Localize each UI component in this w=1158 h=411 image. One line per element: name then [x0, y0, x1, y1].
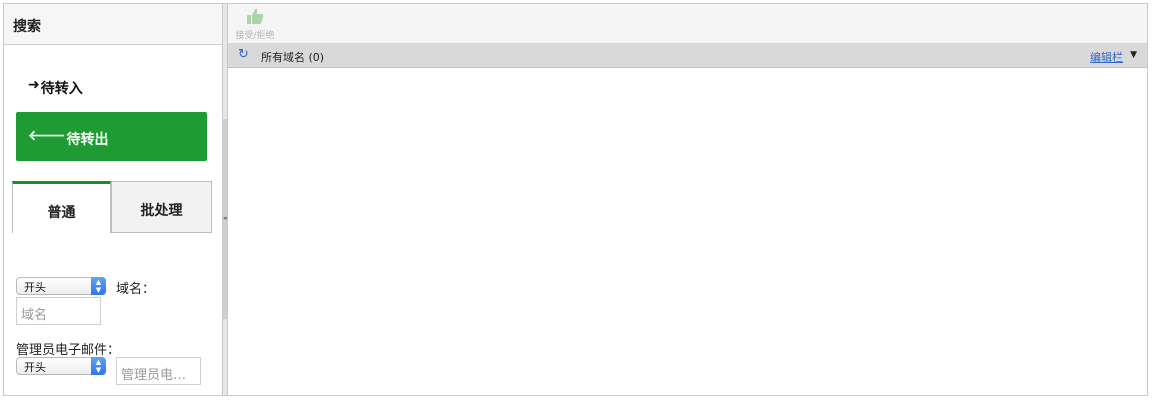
domain-label: 域名： — [116, 282, 156, 297]
nav-pending-transfer-out[interactable]: 🡐待转出 — [16, 112, 207, 161]
admin-email-match-select[interactable]: 开头 ▲ ▼ — [16, 357, 106, 375]
admin-email-input[interactable]: 管理员电… — [116, 357, 201, 385]
arrow-right-icon: ➜ — [28, 77, 40, 93]
admin-email-label: 管理员电子邮件： — [16, 343, 121, 358]
search-tabs: 普通 批处理 — [12, 181, 212, 233]
domain-input[interactable]: 域名 — [16, 297, 101, 325]
toolbar: 接受/拒绝 — [228, 4, 1147, 44]
nav-pending-transfer-in[interactable]: ➜待转入 — [16, 62, 207, 111]
nav-pending-transfer-in-label: 待转入 — [40, 81, 83, 97]
thumbs-up-icon — [247, 8, 264, 24]
select-spinner-icon: ▲ ▼ — [91, 277, 106, 295]
list-header-bar: ↻ 所有域名 (0) 编辑栏 ▼ — [228, 44, 1147, 68]
app-window: 搜索 ➜待转入 🡐待转出 普通 批处理 开头 ▲ ▼ 域名： 域名 管理员电子邮件… — [3, 3, 1148, 396]
accept-reject-button[interactable]: 接受/拒绝 — [233, 8, 277, 41]
refresh-icon[interactable]: ↻ — [238, 47, 249, 62]
nav-pending-transfer-out-label: 待转出 — [66, 132, 109, 148]
collapse-icon[interactable]: ◂ — [223, 214, 227, 222]
search-panel-title: 搜索 — [4, 4, 222, 45]
domain-match-value: 开头 — [24, 281, 46, 294]
accept-reject-label: 接受/拒绝 — [235, 31, 275, 41]
tab-batch[interactable]: 批处理 — [111, 181, 212, 233]
tab-normal[interactable]: 普通 — [12, 181, 111, 233]
domain-match-select[interactable]: 开头 ▲ ▼ — [16, 277, 106, 295]
edit-columns-link[interactable]: 编辑栏 — [1090, 49, 1123, 65]
admin-email-match-value: 开头 — [24, 361, 46, 374]
list-title: 所有域名 (0) — [261, 51, 325, 64]
domain-list-pane: 接受/拒绝 ↻ 所有域名 (0) 编辑栏 ▼ — [228, 4, 1147, 395]
arrow-left-icon: 🡐 — [28, 128, 66, 144]
search-panel: 搜索 ➜待转入 🡐待转出 普通 批处理 开头 ▲ ▼ 域名： 域名 管理员电子邮件… — [4, 4, 222, 395]
caret-down-icon[interactable]: ▼ — [1130, 50, 1137, 60]
select-spinner-icon: ▲ ▼ — [91, 357, 106, 375]
